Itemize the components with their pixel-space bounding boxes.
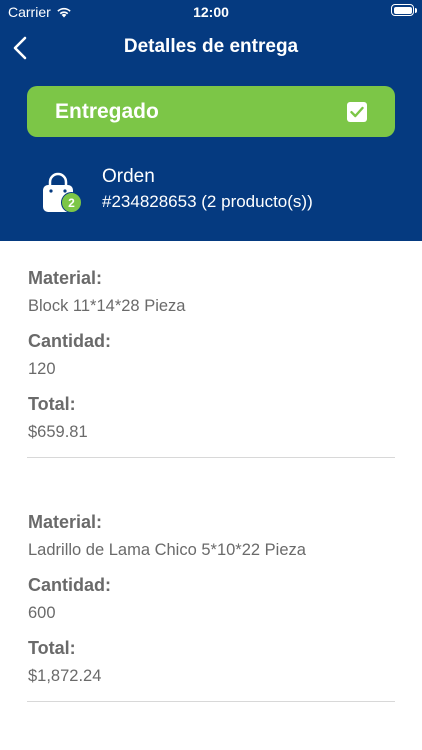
page-title: Detalles de entrega bbox=[123, 36, 299, 57]
material-value: Ladrillo de Lama Chico 5*10*22 Pieza bbox=[28, 541, 306, 559]
list-item: Material: Block 11*14*28 Pieza Cantidad:… bbox=[0, 241, 422, 458]
items-list: Material: Block 11*14*28 Pieza Cantidad:… bbox=[0, 241, 422, 702]
order-label: Orden bbox=[102, 166, 155, 187]
checkbox-checked-icon bbox=[347, 101, 367, 122]
battery-icon bbox=[391, 4, 417, 16]
total-label: Total: bbox=[28, 638, 76, 658]
quantity-label: Cantidad: bbox=[28, 575, 111, 595]
delivery-status-badge: Entregado bbox=[27, 86, 395, 137]
material-label: Material: bbox=[28, 512, 103, 532]
clock: 12:00 bbox=[193, 4, 229, 20]
quantity-value: 120 bbox=[28, 360, 56, 378]
navigation-bar: Detalles de entrega bbox=[0, 30, 422, 66]
material-label: Material: bbox=[28, 268, 103, 288]
divider bbox=[27, 457, 395, 458]
delivery-status-label: Entregado bbox=[55, 99, 159, 123]
header: Carrier 12:00 Detalles de entrega Entreg… bbox=[0, 0, 422, 241]
status-bar: Carrier 12:00 bbox=[0, 0, 422, 24]
total-value: $659.81 bbox=[28, 423, 88, 441]
order-summary: 2 Orden #234828653 (2 producto(s)) bbox=[40, 166, 400, 218]
divider bbox=[27, 701, 395, 702]
total-value: $1,872.24 bbox=[28, 667, 102, 685]
list-item: Material: Ladrillo de Lama Chico 5*10*22… bbox=[0, 485, 422, 702]
product-count-badge: 2 bbox=[61, 192, 82, 213]
quantity-value: 600 bbox=[28, 604, 56, 622]
material-value: Block 11*14*28 Pieza bbox=[28, 297, 186, 315]
quantity-label: Cantidad: bbox=[28, 331, 111, 351]
order-description: #234828653 (2 producto(s)) bbox=[102, 192, 313, 211]
total-label: Total: bbox=[28, 394, 76, 414]
